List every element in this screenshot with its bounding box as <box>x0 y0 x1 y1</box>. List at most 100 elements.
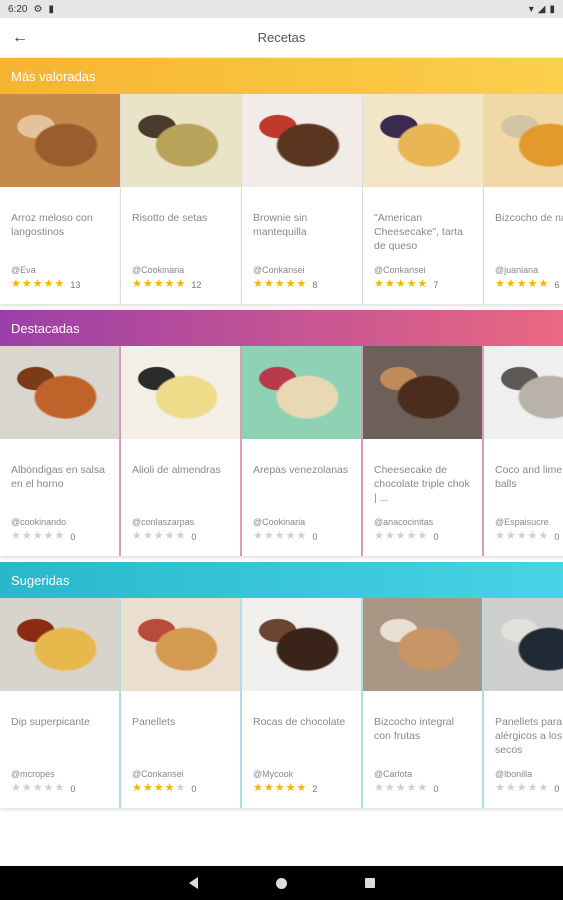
recipe-author: @cookinando <box>11 517 67 527</box>
recipe-card[interactable]: Albóndigas en salsa en el horno @cookinan… <box>0 346 121 556</box>
recipe-rating: ★ ★ ★ ★ ★ 2 <box>242 779 361 794</box>
rating-count: 8 <box>312 279 318 290</box>
star-icon: ★ <box>175 278 186 290</box>
star-icon: ★ <box>175 530 186 542</box>
rating-count: 7 <box>433 279 439 290</box>
star-icon: ★ <box>374 278 384 290</box>
star-icon: ★ <box>395 278 406 290</box>
section: Sugeridas Dip superpicante @mcropes ★ ★ ★ ★ ★ 0 P… <box>0 562 563 814</box>
star-icon: ★ <box>253 278 263 290</box>
star-icon: ★ <box>153 782 164 794</box>
recipe-author: @Conkansei <box>132 769 184 779</box>
recipe-card[interactable]: Panellets para alérgicos a los frutos se… <box>484 598 563 808</box>
recipe-card[interactable]: Alioli de almendras @conlaszarpas ★ ★ ★ ★ ★ 0 <box>121 346 242 556</box>
recipe-title: Panellets para alérgicos a los frutos se… <box>495 716 563 756</box>
star-icon: ★ <box>32 782 43 794</box>
star-icon: ★ <box>43 530 54 542</box>
star-icon: ★ <box>164 278 175 290</box>
rating-count: 0 <box>554 783 560 794</box>
recipe-card[interactable]: Rocas de chocolate @Mycook ★ ★ ★ ★ ★ 2 <box>242 598 363 808</box>
star-icon: ★ <box>153 278 164 290</box>
rating-count: 0 <box>70 783 76 794</box>
recipe-card[interactable]: Brownie sin mantequilla @Conkansei ★ ★ ★ ★ ★ 8 <box>242 94 363 304</box>
recipe-carousel[interactable]: Dip superpicante @mcropes ★ ★ ★ ★ ★ 0 Panellets @… <box>0 598 563 814</box>
back-button[interactable]: ← <box>0 18 40 58</box>
recipe-thumbnail <box>363 94 483 187</box>
star-icon: ★ <box>505 530 516 542</box>
status-time: 6:20 <box>8 3 28 15</box>
recipe-rating: ★ ★ ★ ★ ★ 8 <box>242 275 362 290</box>
recipe-title: Brownie sin mantequilla <box>253 212 308 238</box>
recipe-card[interactable]: Cheesecake de chocolate triple chok | ..… <box>363 346 484 556</box>
recipe-rating: ★ ★ ★ ★ ★ 0 <box>0 527 119 542</box>
star-icon: ★ <box>132 278 142 290</box>
star-icon: ★ <box>11 782 21 794</box>
star-icon: ★ <box>505 278 516 290</box>
star-icon: ★ <box>274 782 285 794</box>
nav-back-icon[interactable] <box>188 877 198 889</box>
star-icon: ★ <box>538 530 549 542</box>
recipe-author: @Eva <box>11 265 36 275</box>
star-icon: ★ <box>11 530 21 542</box>
star-icon: ★ <box>21 782 32 794</box>
recipe-author: @Cookinaria <box>253 517 306 527</box>
star-icon: ★ <box>43 782 54 794</box>
star-icon: ★ <box>417 782 428 794</box>
recipe-card[interactable]: Panellets @Conkansei ★ ★ ★ ★ ★ 0 <box>121 598 242 808</box>
recipe-thumbnail <box>484 94 563 187</box>
recipe-card[interactable]: Bizcocho de naranja@juaniana★★★★★6 <box>484 94 563 304</box>
star-icon: ★ <box>164 782 175 794</box>
recipe-rating: ★ ★ ★ ★ ★ 0 <box>0 779 119 794</box>
recipe-carousel[interactable]: Arroz meloso con langostinos @Eva ★ ★ ★ ★ ★ 13 R… <box>0 94 563 310</box>
star-icon: ★ <box>538 278 549 290</box>
star-icon: ★ <box>495 530 505 542</box>
star-icon: ★ <box>516 278 527 290</box>
star-icon: ★ <box>527 782 538 794</box>
star-icon: ★ <box>374 530 384 542</box>
sections-container: Más valoradas Arroz meloso con langostino… <box>0 58 563 814</box>
settings-icon: ⚙ <box>33 3 43 15</box>
recipe-title: Risotto de setas <box>132 212 208 224</box>
recipe-thumbnail <box>363 598 482 691</box>
recipe-card[interactable]: Dip superpicante @mcropes ★ ★ ★ ★ ★ 0 <box>0 598 121 808</box>
recipe-thumbnail <box>0 598 119 691</box>
section-header: Sugeridas <box>0 562 563 598</box>
recipe-card[interactable]: Arepas venezolanas @Cookinaria ★ ★ ★ ★ ★ 0 <box>242 346 363 556</box>
star-icon: ★ <box>142 530 153 542</box>
sim-icon: ▮ <box>48 3 54 15</box>
recipe-thumbnail <box>242 598 361 691</box>
recipe-card[interactable]: Bizcocho integral con frutas @Carlota ★ ★ ★ ★… <box>363 598 484 808</box>
rating-count: 0 <box>191 783 197 794</box>
recipe-thumbnail <box>242 94 362 187</box>
recipe-card[interactable]: Risotto de setas @Cookinaria ★ ★ ★ ★ ★ 12 <box>121 94 242 304</box>
star-icon: ★ <box>384 278 395 290</box>
recipe-thumbnail <box>484 346 563 439</box>
star-icon: ★ <box>516 530 527 542</box>
recipe-card[interactable]: Arroz meloso con langostinos @Eva ★ ★ ★ ★ ★ 13 <box>0 94 121 304</box>
star-icon: ★ <box>274 278 285 290</box>
recipe-card[interactable]: "American Cheesecake", tarta de queso @Co… <box>363 94 484 304</box>
star-icon: ★ <box>384 782 395 794</box>
recipe-card[interactable]: Coco and lime raw balls@Espaisucre★★★★★0 <box>484 346 563 556</box>
star-icon: ★ <box>527 530 538 542</box>
status-bar: 6:20 ⚙ ▮ ▾ ◢ ▮ <box>0 0 563 18</box>
star-icon: ★ <box>253 530 263 542</box>
star-icon: ★ <box>274 530 285 542</box>
recipe-author: @conlaszarpas <box>132 517 195 527</box>
recipe-rating: ★ ★ ★ ★ ★ 0 <box>121 527 240 542</box>
star-icon: ★ <box>296 278 307 290</box>
star-icon: ★ <box>43 278 54 290</box>
star-icon: ★ <box>164 530 175 542</box>
recipe-thumbnail <box>121 598 240 691</box>
rating-count: 0 <box>433 783 439 794</box>
recipe-thumbnail <box>242 346 361 439</box>
recipe-title: Arroz meloso con langostinos <box>11 212 93 238</box>
recipe-carousel[interactable]: Albóndigas en salsa en el horno @cookinan… <box>0 346 563 562</box>
star-icon: ★ <box>527 278 538 290</box>
rating-count: 13 <box>70 279 81 290</box>
recipe-thumbnail <box>484 598 563 691</box>
star-icon: ★ <box>263 278 274 290</box>
nav-home-icon[interactable] <box>275 877 287 889</box>
star-icon: ★ <box>11 278 21 290</box>
nav-recents-icon[interactable] <box>364 878 375 888</box>
